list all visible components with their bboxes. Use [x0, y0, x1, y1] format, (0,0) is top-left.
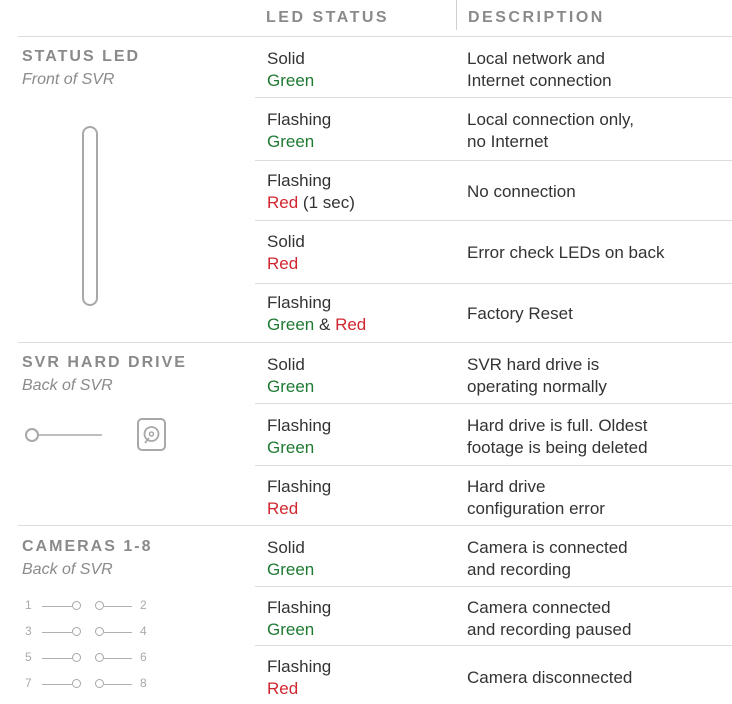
led-mode: Flashing — [267, 110, 332, 129]
led-mode: Solid — [267, 538, 305, 557]
description-line: Camera connected — [467, 598, 611, 617]
led-color: Green — [267, 560, 315, 579]
description-line: footage is being deleted — [467, 438, 648, 457]
description-line: Local network and — [467, 49, 605, 68]
led-color: Green — [267, 620, 315, 639]
divider-section — [18, 525, 732, 526]
led-status-cell: Flashing Red — [267, 476, 331, 520]
camera-number-label: 2 — [140, 598, 147, 612]
description-line: Hard drive — [467, 477, 546, 496]
led-mode: Solid — [267, 49, 305, 68]
description-cell: No connection — [467, 181, 576, 203]
description-cell: Error check LEDs on back — [467, 242, 664, 264]
led-color: Red — [267, 254, 299, 273]
divider — [255, 220, 732, 221]
section-subtitle: Back of SVR — [22, 561, 113, 578]
led-status-cell: Flashing Green — [267, 109, 331, 153]
section-title: SVR HARD DRIVE — [22, 354, 187, 371]
divider-top — [18, 36, 732, 37]
led-mode: Solid — [267, 232, 305, 251]
description-line: configuration error — [467, 499, 605, 518]
led-mode: Flashing — [267, 416, 332, 435]
led-status-cell: Flashing Red (1 sec) — [267, 170, 355, 214]
hard-drive-icon — [22, 415, 192, 455]
description-line: SVR hard drive is — [467, 355, 600, 374]
camera-number-label: 6 — [140, 650, 147, 664]
description-cell: Camera disconnected — [467, 667, 632, 689]
led-status-cell: Flashing Green — [267, 597, 331, 641]
description-cell: Factory Reset — [467, 303, 573, 325]
divider — [255, 97, 732, 98]
description-line: no Internet — [467, 132, 549, 151]
description-cell: Camera connected and recording paused — [467, 597, 631, 641]
led-status-cell: Solid Green — [267, 537, 314, 581]
camera-ports-icon: 1 2 3 4 5 6 7 8 — [22, 596, 182, 696]
section-title: CAMERAS 1-8 — [22, 538, 153, 555]
section-subtitle: Back of SVR — [22, 377, 113, 394]
description-line: Internet connection — [467, 71, 612, 90]
led-color: Green — [267, 132, 315, 151]
vertical-led-bar-icon — [82, 126, 98, 306]
description-cell: Local network and Internet connection — [467, 48, 612, 92]
description-cell: Hard drive configuration error — [467, 476, 605, 520]
header-led-status: LED STATUS — [266, 9, 390, 26]
camera-number-label: 4 — [140, 624, 147, 638]
led-status-cell: Solid Green — [267, 354, 314, 398]
led-status-cell: Flashing Green — [267, 415, 331, 459]
led-status-cell: Solid Green — [267, 48, 314, 92]
led-color: Red — [335, 315, 367, 334]
led-connector: & — [318, 315, 331, 334]
section-subtitle: Front of SVR — [22, 71, 115, 88]
description-cell: Local connection only, no Internet — [467, 109, 634, 153]
description-line: Camera disconnected — [467, 668, 633, 687]
description-line: Camera is connected — [467, 538, 628, 557]
divider — [255, 645, 732, 646]
led-mode: Flashing — [267, 293, 332, 312]
camera-number-label: 8 — [140, 676, 147, 690]
header-description: DESCRIPTION — [468, 9, 605, 26]
section-title: STATUS LED — [22, 48, 141, 65]
led-color: Green — [267, 377, 315, 396]
description-cell: Camera is connected and recording — [467, 537, 628, 581]
divider — [255, 465, 732, 466]
led-duration: (1 sec) — [302, 193, 355, 212]
led-color: Red — [267, 679, 299, 698]
description-line: No connection — [467, 182, 576, 201]
led-mode: Flashing — [267, 477, 332, 496]
led-mode: Flashing — [267, 598, 332, 617]
led-color: Red — [267, 193, 299, 212]
camera-number-label: 5 — [25, 650, 32, 664]
led-status-cell: Solid Red — [267, 231, 305, 275]
description-line: Hard drive is full. Oldest — [467, 416, 648, 435]
description-line: Error check LEDs on back — [467, 243, 665, 262]
description-cell: Hard drive is full. Oldest footage is be… — [467, 415, 648, 459]
led-color: Green — [267, 71, 315, 90]
divider — [255, 160, 732, 161]
led-mode: Solid — [267, 355, 305, 374]
led-status-cell: Flashing Green & Red — [267, 292, 366, 336]
description-line: and recording — [467, 560, 571, 579]
description-cell: SVR hard drive is operating normally — [467, 354, 607, 398]
led-status-cell: Flashing Red — [267, 656, 331, 700]
camera-number-label: 3 — [25, 624, 32, 638]
divider — [255, 586, 732, 587]
divider — [255, 403, 732, 404]
divider-section — [18, 342, 732, 343]
description-line: Local connection only, — [467, 110, 634, 129]
led-mode: Flashing — [267, 657, 332, 676]
camera-number-label: 1 — [25, 598, 32, 612]
header-divider — [456, 0, 457, 30]
description-line: Factory Reset — [467, 304, 573, 323]
description-line: and recording paused — [467, 620, 632, 639]
led-color: Red — [267, 499, 299, 518]
divider — [255, 283, 732, 284]
led-color: Green — [267, 315, 315, 334]
led-color: Green — [267, 438, 315, 457]
led-mode: Flashing — [267, 171, 332, 190]
description-line: operating normally — [467, 377, 607, 396]
camera-number-label: 7 — [25, 676, 32, 690]
